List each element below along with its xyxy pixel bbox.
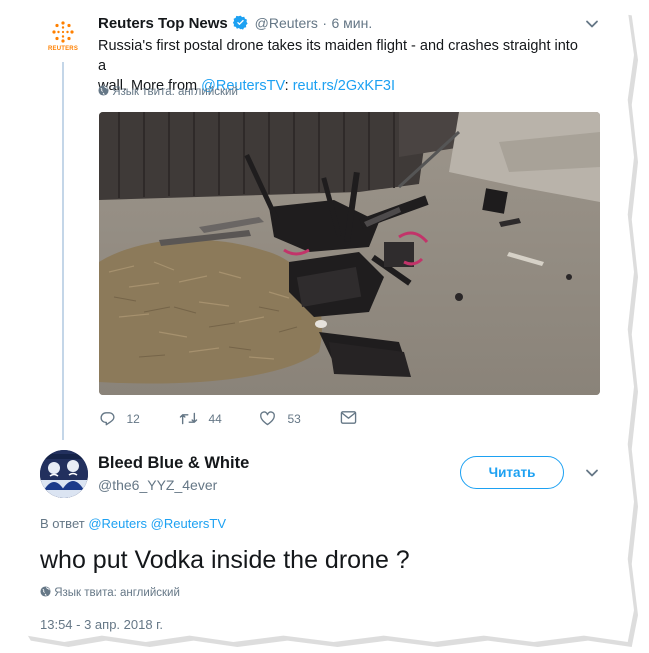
reuters-logo-text: REUTERS	[47, 46, 79, 52]
message-icon	[340, 411, 357, 424]
like-count: 53	[287, 412, 301, 426]
direct-message-button[interactable]	[340, 410, 357, 428]
reuters-author-name[interactable]: Reuters Top News	[98, 15, 228, 32]
reuters-avatar[interactable]: REUTERS	[44, 18, 82, 56]
reply-button[interactable]: 12	[99, 410, 140, 428]
reply-tweet-text: who put Vodka inside the drone ?	[40, 546, 410, 574]
like-button[interactable]: 53	[259, 410, 301, 428]
verified-badge-icon	[233, 15, 248, 30]
header-separator: ·	[322, 15, 328, 31]
tweet-media-video[interactable]	[99, 112, 600, 395]
reuters-tweet-time[interactable]: 6 мин.	[331, 15, 372, 31]
like-icon	[260, 411, 275, 426]
retweet-count: 44	[208, 412, 222, 426]
reuters-handle[interactable]: @Reuters	[255, 15, 318, 31]
reuters-tweet-actions: 12 44 53	[99, 410, 479, 430]
reply-author-handle[interactable]: @the6_YYZ_4ever	[98, 477, 217, 493]
reply-icon	[100, 412, 115, 426]
chevron-down-icon[interactable]	[585, 17, 599, 31]
retweet-icon	[179, 412, 198, 425]
thread-connector-line	[62, 62, 64, 440]
hockey-team-avatar-image	[40, 450, 88, 498]
globe-icon	[98, 85, 109, 96]
reuters-url-link[interactable]: reut.rs/2GxKF3I	[293, 78, 395, 94]
reply-chevron-down-icon[interactable]	[585, 466, 599, 480]
reuters-logo-icon	[52, 21, 74, 43]
reply-to-line: В ответ @Reuters @ReutersTV	[40, 516, 226, 531]
user-avatar[interactable]	[40, 450, 88, 498]
reuters-tweet-text-line1: Russia's first postal drone takes its ma…	[98, 38, 578, 74]
colon-text: :	[284, 78, 289, 94]
reuters-language-text: Язык твита: английский	[112, 86, 238, 98]
reply-author-name[interactable]: Bleed Blue & White	[98, 454, 249, 473]
reply-timestamp[interactable]: 13:54 - 3 апр. 2018 г.	[40, 617, 163, 632]
reply-count: 12	[126, 412, 140, 426]
reuters-language-note: Язык твита: английский	[98, 85, 238, 98]
reply-to-prefix: В ответ	[40, 516, 85, 531]
reply-language-note: Язык твита: английский	[40, 586, 180, 599]
retweet-button[interactable]: 44	[179, 410, 222, 428]
globe-icon	[40, 586, 51, 597]
reuters-tweet-header: Reuters Top News @Reuters · 6 мин.	[98, 15, 372, 33]
reply-language-text: Язык твита: английский	[54, 587, 180, 599]
drone-crash-image	[99, 112, 600, 395]
follow-button[interactable]: Читать	[460, 456, 564, 489]
reply-to-mentions[interactable]: @Reuters @ReutersTV	[88, 516, 226, 531]
